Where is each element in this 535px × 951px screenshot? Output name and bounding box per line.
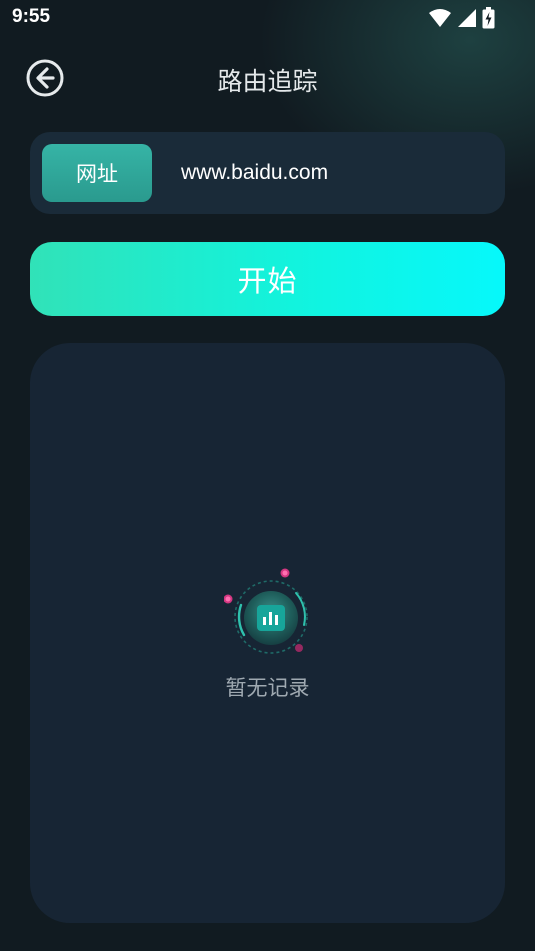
page-title: 路由追踪 xyxy=(217,67,318,96)
url-input[interactable] xyxy=(174,144,491,202)
status-bar: 9:55 xyxy=(0,0,535,36)
url-input-card: 网址 xyxy=(30,132,505,214)
battery-charging-icon xyxy=(482,7,495,29)
nav-bar: 路由追踪 xyxy=(0,50,535,106)
empty-records-text: 暂无记录 xyxy=(225,676,310,700)
signal-icon xyxy=(458,9,476,27)
route-trace-screen: { "status_bar": { "time": "9:55", "icons… xyxy=(0,0,535,951)
status-icons xyxy=(428,7,495,29)
start-button[interactable]: 开始 xyxy=(30,242,505,316)
url-label: 网址 xyxy=(42,144,152,202)
records-panel: 暂无记录 xyxy=(30,343,505,923)
status-time: 9:55 xyxy=(12,6,51,27)
bar-chart-icon xyxy=(224,568,308,654)
wifi-icon xyxy=(429,9,451,27)
